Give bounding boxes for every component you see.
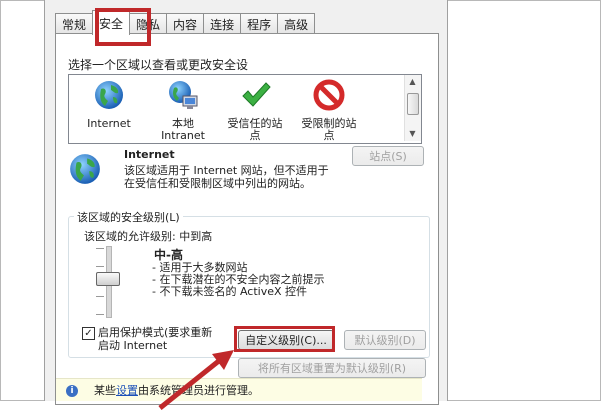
zone-list: Internet 本地 Intranet 受信任的站 点 受限制的站 点 ▲ ▼ (68, 74, 422, 144)
info-icon: i (66, 385, 78, 397)
tab-connections[interactable]: 连接 (203, 13, 242, 35)
protected-mode-checkbox[interactable]: ✓ (82, 327, 95, 340)
slider-tick (96, 248, 104, 249)
zone-label: Internet (87, 117, 131, 130)
zone-list-scrollbar[interactable]: ▲ ▼ (404, 75, 421, 141)
slider-tick (96, 314, 104, 315)
tab-general[interactable]: 常规 (55, 13, 94, 35)
annotation-arrow-icon (158, 350, 234, 410)
restricted-sites-icon (313, 79, 345, 111)
tab-programs[interactable]: 程序 (240, 13, 279, 35)
tab-advanced[interactable]: 高级 (277, 13, 316, 35)
zone-internet[interactable]: Internet (71, 79, 147, 130)
intranet-icon (169, 81, 198, 109)
selected-zone-description: 该区域适用于 Internet 网站，但不适用于 在受信任和受限制区域中列出的网… (124, 164, 329, 190)
zone-label: 本地 Intranet (161, 117, 205, 142)
info-prefix: 某些 (94, 384, 116, 397)
slider-tick (96, 266, 104, 267)
zone-trusted-sites[interactable]: 受信任的站 点 (217, 79, 293, 142)
globe-icon (95, 81, 123, 109)
security-slider-thumb[interactable] (96, 272, 120, 286)
settings-link[interactable]: 设置 (116, 384, 138, 397)
level-description: - 适用于大多数网站 - 在下载潜在的不安全内容之前提示 - 不下载未签名的 A… (152, 261, 325, 298)
scroll-up-icon[interactable]: ▲ (407, 77, 418, 87)
default-level-button[interactable]: 默认级别(D) (344, 330, 426, 350)
sites-button[interactable]: 站点(S) (352, 146, 424, 166)
zone-label: 受限制的站 点 (301, 117, 357, 142)
zone-prompt: 选择一个区域以查看或更改安全设 (68, 58, 249, 72)
allowed-level-text: 该区域的允许级别: 中到高 (84, 230, 213, 243)
slider-tick (96, 296, 104, 297)
globe-icon (70, 154, 100, 184)
zone-label: 受信任的站 点 (227, 117, 283, 142)
tab-bar: 常规 安全 隐私 内容 连接 程序 高级 (55, 10, 316, 35)
tab-content[interactable]: 内容 (166, 13, 205, 35)
security-level-legend: 该区域的安全级别(L) (74, 209, 183, 225)
zone-restricted-sites[interactable]: 受限制的站 点 (291, 79, 367, 142)
zone-local-intranet[interactable]: 本地 Intranet (145, 79, 221, 142)
scroll-down-icon[interactable]: ▼ (407, 129, 418, 139)
reset-all-zones-button[interactable]: 将所有区域重置为默认级别(R) (238, 358, 426, 378)
tab-highlight-annotation (95, 8, 151, 46)
trusted-sites-icon (242, 82, 271, 107)
selected-zone-title: Internet (124, 148, 175, 161)
scroll-thumb[interactable] (407, 93, 419, 115)
